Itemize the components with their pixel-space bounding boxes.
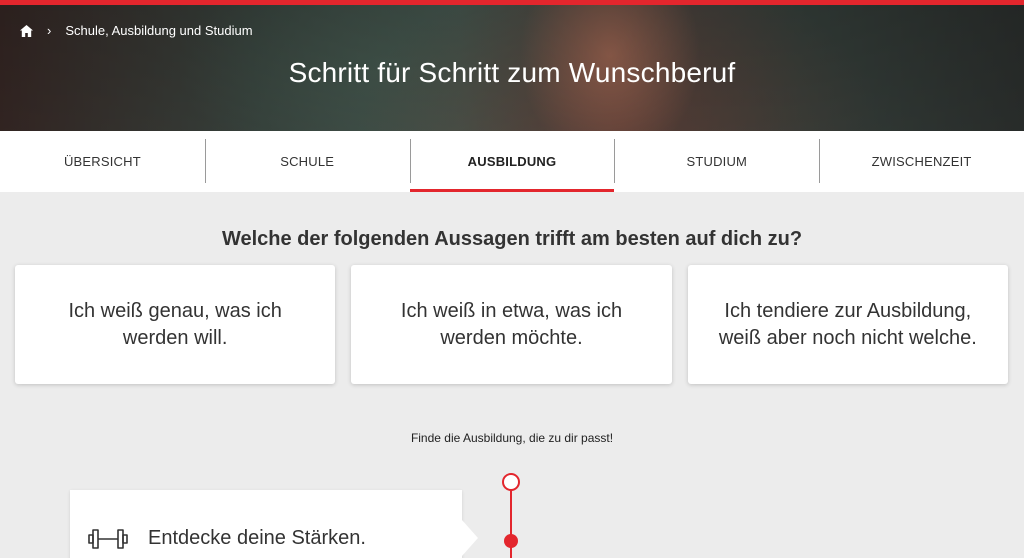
- page-title: Schritt für Schritt zum Wunschberuf: [288, 57, 736, 88]
- section-tabs: ÜBERSICHT SCHULE AUSBILDUNG STUDIUM ZWIS…: [0, 131, 1024, 192]
- option-cards: Ich weiß genau, was ich werden will. Ich…: [15, 265, 1008, 384]
- timeline-step-marker: [504, 534, 518, 548]
- option-card-tendiere[interactable]: Ich tendiere zur Ausbildung, weiß aber n…: [687, 265, 1008, 384]
- hero-banner: › Schule, Ausbildung und Studium Schritt…: [0, 0, 1024, 131]
- breadcrumb-current[interactable]: Schule, Ausbildung und Studium: [65, 23, 252, 38]
- tab-uebersicht[interactable]: ÜBERSICHT: [0, 131, 205, 192]
- home-icon[interactable]: [20, 24, 33, 37]
- option-card-genau[interactable]: Ich weiß genau, was ich werden will.: [15, 265, 336, 384]
- option-card-in-etwa[interactable]: Ich weiß in etwa, was ich werden möchte.: [351, 265, 672, 384]
- breadcrumb: › Schule, Ausbildung und Studium: [20, 23, 253, 38]
- dumbbell-icon: [88, 529, 128, 549]
- tab-studium[interactable]: STUDIUM: [614, 131, 819, 192]
- step-title: Entdecke deine Stärken.: [148, 527, 366, 549]
- question-heading: Welche der folgenden Aussagen trifft am …: [221, 228, 803, 250]
- tab-schule[interactable]: SCHULE: [204, 131, 410, 192]
- tab-zwischenzeit[interactable]: ZWISCHENZEIT: [819, 131, 1024, 192]
- chevron-right-icon: ›: [47, 23, 52, 38]
- tab-ausbildung[interactable]: AUSBILDUNG: [409, 131, 615, 192]
- timeline-start-marker: [502, 473, 520, 491]
- step-card-staerken[interactable]: Entdecke deine Stärken.: [70, 490, 478, 558]
- section-subheading: Finde die Ausbildung, die zu dir passt!: [410, 431, 614, 445]
